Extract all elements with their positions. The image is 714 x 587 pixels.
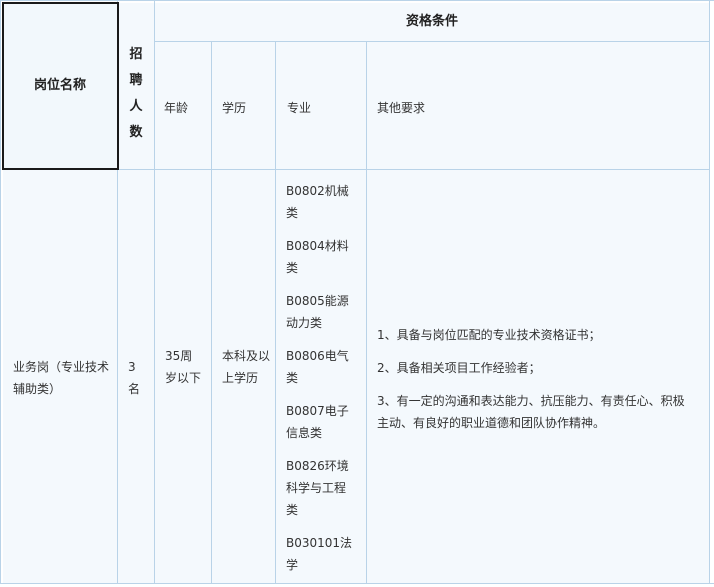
- header-qualification: 资格条件: [405, 14, 458, 29]
- requirement-item: 1、具备与岗位匹配的专业技术资格证书；: [377, 328, 601, 342]
- major-list: B0802机械类 B0804材料类 B0805能源动力类 B0806电气类 B0…: [286, 180, 356, 587]
- age-requirement: 35周岁以下: [165, 349, 202, 385]
- requirement-item: 3、有一定的沟通和表达能力、抗压能力、有责任心、积极主动、有良好的职业道德和团队…: [377, 394, 685, 430]
- header-recruit-count: 招 聘 人 数: [129, 47, 143, 140]
- major-item: B0807电子信息类: [286, 404, 349, 440]
- position-name: 业务岗（专业技术辅助类）: [13, 360, 110, 396]
- requirement-item: 2、具备相关项目工作经验者；: [377, 361, 541, 375]
- header-other-requirements: 其他要求: [377, 101, 426, 115]
- recruitment-table: 岗位名称 招 聘 人 数 资格条件 年龄 学历 专业 其他要求 业务岗（专业技术…: [0, 0, 714, 584]
- other-requirements-list: 1、具备与岗位匹配的专业技术资格证书； 2、具备相关项目工作经验者； 3、有一定…: [377, 324, 695, 445]
- header-position-name: 岗位名称: [33, 78, 86, 93]
- recruit-count: 3名: [128, 360, 141, 396]
- major-item: B0804材料类: [286, 239, 349, 275]
- major-item: B0826环境科学与工程类: [286, 459, 349, 517]
- major-item: B030101法学: [286, 536, 353, 572]
- header-major: 专业: [287, 101, 312, 115]
- major-item: B0802机械类: [286, 184, 349, 220]
- education-requirement: 本科及以上学历: [222, 349, 271, 385]
- header-education: 学历: [222, 101, 247, 115]
- major-item: B0806电气类: [286, 349, 349, 385]
- major-item: B0805能源动力类: [286, 294, 349, 330]
- header-age: 年龄: [164, 101, 189, 115]
